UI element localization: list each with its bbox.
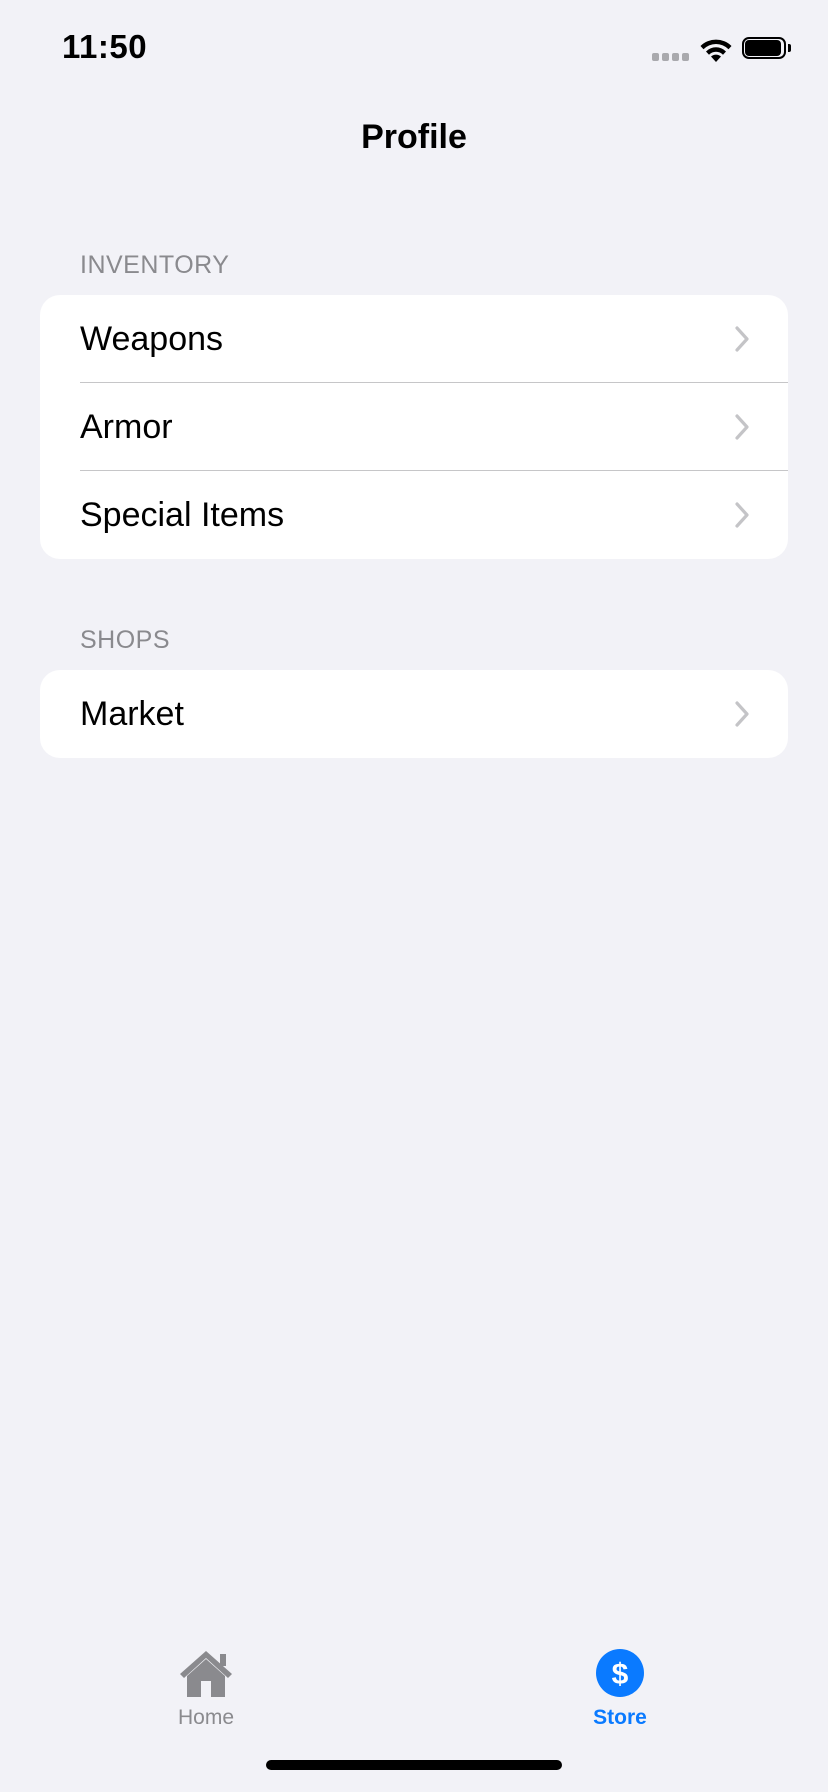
row-label: Market — [80, 695, 184, 733]
tab-label-store: Store — [593, 1706, 647, 1729]
row-armor[interactable]: Armor — [40, 383, 788, 471]
row-market[interactable]: Market — [40, 670, 788, 758]
battery-icon — [742, 37, 791, 63]
row-label: Armor — [80, 408, 173, 446]
row-special-items[interactable]: Special Items — [40, 471, 788, 559]
tab-store[interactable]: $ Store — [540, 1630, 700, 1740]
home-indicator[interactable] — [266, 1760, 562, 1770]
tab-home[interactable]: Home — [126, 1630, 286, 1740]
chevron-right-icon — [735, 701, 749, 727]
chevron-right-icon — [735, 326, 749, 352]
row-label: Special Items — [80, 496, 285, 534]
status-bar: 11:50 — [0, 0, 828, 100]
cellular-signal-icon — [652, 53, 692, 61]
chevron-right-icon — [735, 414, 749, 440]
chevron-right-icon — [735, 502, 749, 528]
dollar-circle-icon: $ — [596, 1649, 644, 1697]
wifi-icon — [700, 39, 732, 62]
section-header-inventory: INVENTORY — [80, 251, 230, 279]
row-label: Weapons — [80, 320, 224, 358]
shops-group: Market — [40, 670, 788, 758]
section-header-shops: SHOPS — [80, 626, 171, 654]
page-title: Profile — [361, 118, 467, 156]
tab-label-home: Home — [177, 1706, 235, 1729]
svg-text:$: $ — [612, 1658, 629, 1691]
inventory-group: Weapons Armor Special Items — [40, 295, 788, 559]
row-weapons[interactable]: Weapons — [40, 295, 788, 383]
house-icon — [180, 1651, 232, 1697]
status-time: 11:50 — [62, 28, 148, 65]
